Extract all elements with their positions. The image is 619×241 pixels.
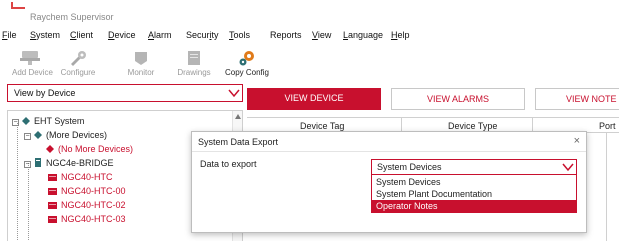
- tree-connector: [17, 123, 18, 241]
- menu-system[interactable]: System: [30, 30, 60, 40]
- menu-help[interactable]: Help: [391, 30, 410, 40]
- collapse-icon[interactable]: −: [12, 119, 19, 126]
- tree-item-label: (No More Devices): [58, 144, 134, 154]
- option-system-devices[interactable]: System Devices: [372, 176, 576, 188]
- title-bar: Raychem Supervisor: [0, 0, 619, 28]
- chevron-down-icon: [562, 163, 574, 172]
- monitor-icon: [135, 52, 147, 65]
- data-to-export-value: System Devices: [377, 162, 442, 172]
- chevron-down-icon: [228, 89, 240, 98]
- menu-reports[interactable]: Reports: [270, 30, 302, 40]
- column-header-port[interactable]: Port: [599, 121, 616, 131]
- configure-button[interactable]: Configure: [56, 44, 100, 82]
- data-to-export-options: System Devices System Plant Documentatio…: [371, 175, 577, 213]
- data-to-export-label: Data to export: [200, 159, 257, 169]
- tree-item-label: NGC40-HTC: [61, 172, 113, 182]
- view-by-value: View by Device: [14, 88, 76, 98]
- option-system-plant-documentation[interactable]: System Plant Documentation: [372, 188, 576, 200]
- tree-item-device[interactable]: NGC40-HTC: [48, 172, 113, 185]
- menu-client[interactable]: Client: [70, 30, 93, 40]
- diamond-icon: [46, 145, 54, 153]
- app-logo-icon: [11, 2, 25, 9]
- grid-divider: [606, 133, 607, 241]
- tab-view-notes[interactable]: VIEW NOTE: [535, 88, 619, 110]
- device-icon: [48, 202, 57, 209]
- drawings-button[interactable]: Drawings: [172, 44, 216, 82]
- app-title: Raychem Supervisor: [30, 12, 114, 22]
- configure-label: Configure: [60, 68, 96, 77]
- monitor-button[interactable]: Monitor: [122, 44, 160, 82]
- menu-alarm[interactable]: Alarm: [148, 30, 172, 40]
- menu-bar: File System Client Device Alarm Security Tools…: [0, 29, 619, 43]
- drawings-label: Drawings: [177, 68, 211, 77]
- tree-item-label: NGC40-HTC-02: [61, 200, 126, 210]
- menu-tools[interactable]: Tools: [229, 30, 250, 40]
- system-data-export-dialog: System Data Export × Data to export Syst…: [191, 131, 587, 233]
- tree-item-label: (More Devices): [46, 130, 108, 140]
- collapse-icon[interactable]: −: [24, 133, 31, 140]
- add-device-button[interactable]: Add Device: [12, 44, 53, 82]
- tree-item-root[interactable]: − EHT System: [12, 116, 84, 129]
- device-icon: [48, 216, 57, 223]
- menu-language[interactable]: Language: [343, 30, 383, 40]
- toolbar: Add Device Configure Monitor Drawings Co…: [0, 44, 619, 82]
- dialog-title: System Data Export: [198, 137, 279, 147]
- tree-connector: [28, 161, 29, 241]
- menu-view[interactable]: View: [312, 30, 331, 40]
- tree-item-device[interactable]: NGC40-HTC-02: [48, 200, 126, 213]
- add-device-label: Add Device: [12, 68, 53, 77]
- configure-icon: [71, 51, 86, 66]
- tree-item-label: NGC4e-BRIDGE: [46, 158, 114, 168]
- data-to-export-select[interactable]: System Devices: [371, 159, 577, 175]
- copy-config-icon: [239, 51, 254, 66]
- tree-item-label: NGC40-HTC-00: [61, 186, 126, 196]
- tree-item-label: EHT System: [34, 116, 85, 126]
- monitor-label: Monitor: [127, 68, 155, 77]
- diamond-icon: [22, 117, 30, 125]
- collapse-icon[interactable]: −: [24, 161, 31, 168]
- copy-config-label: Copy Config: [224, 68, 270, 77]
- add-device-icon: [20, 51, 40, 65]
- copy-config-button[interactable]: Copy Config: [222, 44, 272, 82]
- device-icon: [48, 174, 57, 181]
- device-icon: [48, 188, 57, 195]
- tree-item-bridge[interactable]: − NGC4e-BRIDGE: [24, 158, 114, 171]
- close-icon[interactable]: ×: [574, 135, 580, 147]
- diamond-icon: [34, 131, 42, 139]
- view-by-select[interactable]: View by Device: [7, 84, 243, 102]
- tree-item-device[interactable]: NGC40-HTC-00: [48, 186, 126, 199]
- menu-security[interactable]: Security: [186, 30, 219, 40]
- tab-view-device[interactable]: VIEW DEVICE: [247, 88, 381, 110]
- option-operator-notes[interactable]: Operator Notes: [372, 200, 576, 212]
- drawings-icon: [188, 51, 200, 65]
- tree-item-label: NGC40-HTC-03: [61, 214, 126, 224]
- column-header-device-tag[interactable]: Device Tag: [300, 121, 344, 131]
- menu-device[interactable]: Device: [108, 30, 136, 40]
- tree-item-device[interactable]: NGC40-HTC-03: [48, 214, 126, 227]
- dialog-divider: [192, 151, 586, 152]
- device-icon: [35, 158, 41, 167]
- tree-item-more-devices[interactable]: − (More Devices): [24, 130, 107, 143]
- menu-file[interactable]: File: [2, 30, 17, 40]
- scroll-up-icon[interactable]: [235, 114, 241, 119]
- column-header-device-type[interactable]: Device Type: [448, 121, 497, 131]
- tree-item-no-more-devices[interactable]: (No More Devices): [46, 144, 133, 157]
- tab-view-alarms[interactable]: VIEW ALARMS: [391, 88, 525, 110]
